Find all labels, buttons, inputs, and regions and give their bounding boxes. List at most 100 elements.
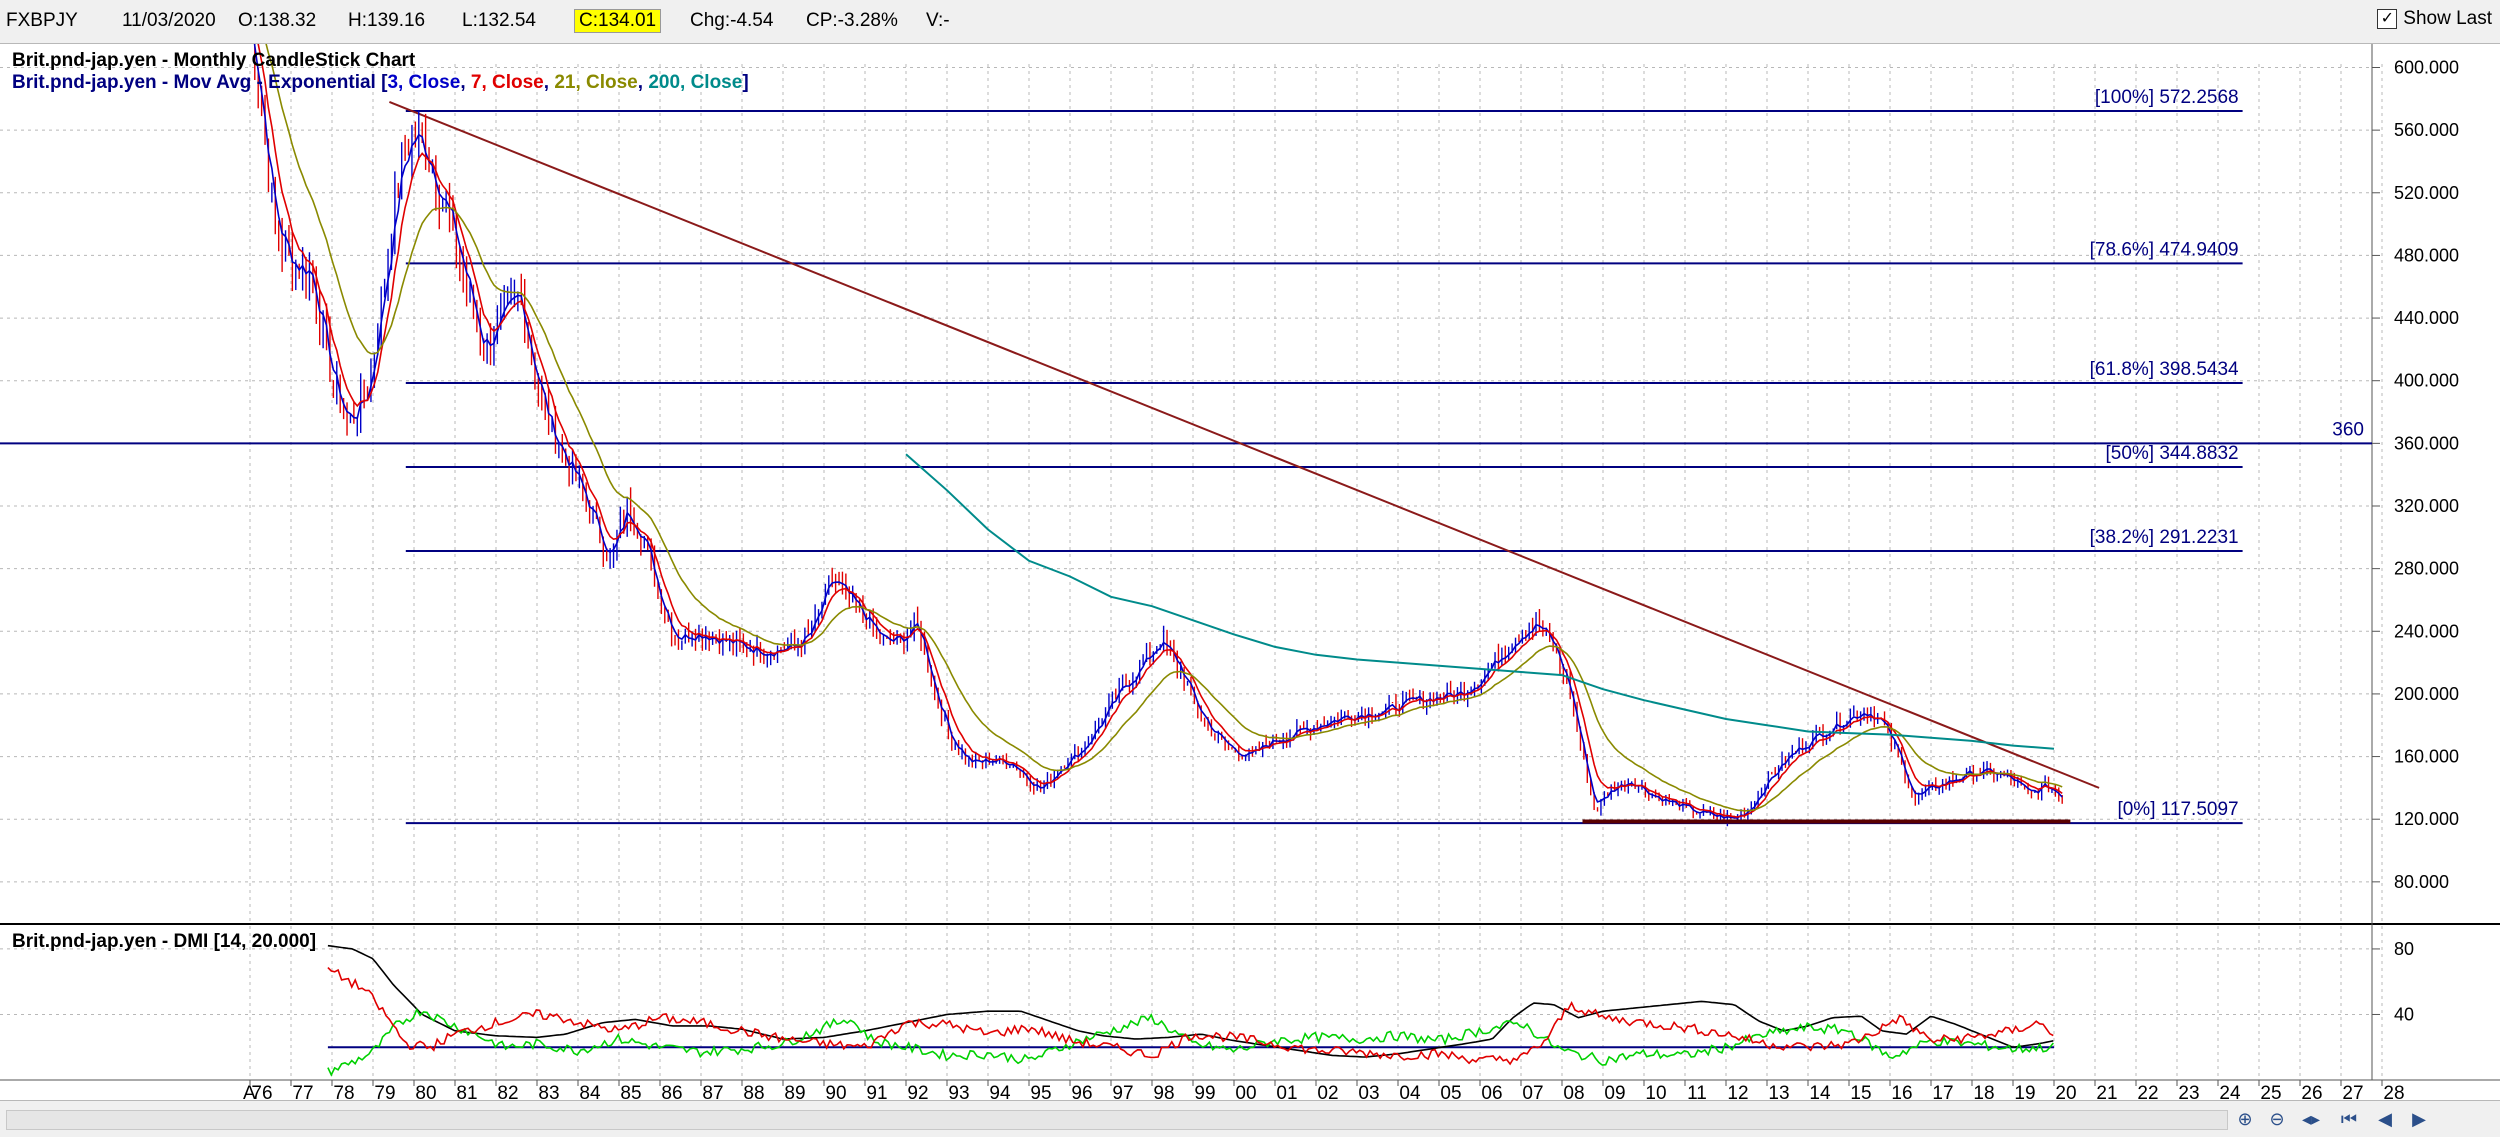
time-tick-label: 14 — [1809, 1083, 1831, 1100]
time-tick-label: 16 — [1891, 1083, 1912, 1100]
scroll-bar-area: ⊕ ⊖ ◂▸ ⏮ ◀ ▶ — [0, 1100, 2500, 1137]
dmi-axis-ticks: 40 80 — [2372, 939, 2414, 1024]
time-tick-label: 88 — [743, 1083, 764, 1100]
moving-averages — [253, 44, 2063, 819]
fib-level-label: [61.8%] 398.5434 — [2090, 359, 2239, 380]
price-tick-label: 320.000 — [2394, 496, 2459, 516]
price-tick-label: 200.000 — [2394, 684, 2459, 704]
zoom-in-icon[interactable]: ⊕ — [2232, 1107, 2258, 1131]
time-tick-label: 21 — [2096, 1083, 2117, 1100]
time-tick-label: 87 — [702, 1083, 723, 1100]
time-tick-label: 19 — [2014, 1083, 2035, 1100]
time-tick-label: 17 — [1932, 1083, 1953, 1100]
price-tick-label: 600.000 — [2394, 57, 2459, 77]
show-last-checkbox[interactable]: ✓ — [2377, 9, 2398, 29]
time-tick-label: 11 — [1687, 1083, 1707, 1100]
dmi-tick-label: 40 — [2394, 1004, 2414, 1024]
time-tick-label: 94 — [989, 1083, 1011, 1100]
horizontal-scrollbar[interactable] — [6, 1110, 2228, 1130]
quote-low: L:132.54 — [462, 10, 536, 31]
time-tick-label: 02 — [1317, 1083, 1338, 1100]
time-tick-label: 25 — [2260, 1083, 2281, 1100]
trendline-segment[interactable] — [389, 101, 2100, 789]
scroll-right-icon[interactable]: ▶ — [2406, 1107, 2432, 1131]
time-tick-label: 20 — [2055, 1083, 2076, 1100]
scroll-left-icon[interactable]: ◀ — [2372, 1107, 2398, 1131]
price-grid — [0, 64, 2383, 1080]
time-tick-label: 86 — [661, 1083, 682, 1100]
dmi-chart-title: Brit.pnd-jap.yen - DMI [14, 20.000] — [12, 931, 316, 952]
time-tick-label: 26 — [2301, 1083, 2322, 1100]
time-tick-label: 85 — [620, 1083, 641, 1100]
time-tick-label: 24 — [2219, 1083, 2241, 1100]
price-axis-ticks: 80.000 120.000 160.000 200.000 240.000 280.00… — [2372, 57, 2459, 892]
price-tick-label: 160.000 — [2394, 747, 2459, 767]
time-tick-label: 12 — [1727, 1083, 1748, 1100]
time-tick-label: 06 — [1481, 1083, 1502, 1100]
time-tick-label: 92 — [907, 1083, 928, 1100]
time-tick-label: 13 — [1768, 1083, 1789, 1100]
time-tick-label: 03 — [1358, 1083, 1379, 1100]
fibonacci-levels: [100%] 572.2568 [78.6%] 474.9409 [61.8%] 3… — [405, 87, 2243, 825]
time-tick-label: 91 — [866, 1083, 887, 1100]
time-tick-label: 78 — [333, 1083, 354, 1100]
price-tick-label: 360.000 — [2394, 433, 2459, 453]
quote-volume: V:- — [926, 10, 950, 31]
time-tick-label: 22 — [2137, 1083, 2158, 1100]
scroll-both-icon[interactable]: ◂▸ — [2298, 1107, 2324, 1131]
fib-level-label: [100%] 572.2568 — [2095, 87, 2239, 108]
ema3-line — [253, 44, 2063, 819]
time-tick-label: 27 — [2342, 1083, 2363, 1100]
fib-level-label: [38.2%] 291.2231 — [2090, 527, 2239, 548]
show-last-label: Show Last — [2403, 8, 2492, 29]
time-tick-label: 08 — [1563, 1083, 1584, 1100]
symbol-label: FXBPJY — [6, 10, 78, 31]
time-tick-label: 99 — [1194, 1083, 1215, 1100]
show-last-toggle[interactable]: ✓ Show Last — [2377, 8, 2492, 30]
price-tick-label: 80.000 — [2394, 872, 2449, 892]
dmi-tick-label: 80 — [2394, 939, 2414, 959]
time-tick-label: 93 — [948, 1083, 969, 1100]
time-tick-label: 00 — [1235, 1083, 1256, 1100]
chart-area: [100%] 572.2568 [78.6%] 474.9409 [61.8%] 3… — [0, 44, 2500, 1100]
time-tick-label: 89 — [784, 1083, 805, 1100]
dmi-minus_di-line — [327, 967, 2054, 1066]
time-tick-label: 05 — [1440, 1083, 1461, 1100]
price-tick-label: 120.000 — [2394, 809, 2459, 829]
quote-change-pct: CP:-3.28% — [806, 10, 898, 31]
price-tick-label: 480.000 — [2394, 245, 2459, 265]
quote-open: O:138.32 — [238, 10, 317, 31]
ema21-line — [265, 44, 2063, 812]
horizontal-line-label: 360 — [2332, 419, 2364, 440]
time-tick-label: 01 — [1276, 1083, 1297, 1100]
time-tick-label: 97 — [1112, 1083, 1133, 1100]
time-tick-label: 80 — [415, 1083, 436, 1100]
horizontal-line-360: 360 — [0, 419, 2372, 445]
time-tick-label: 07 — [1522, 1083, 1543, 1100]
time-tick-label: 84 — [579, 1083, 601, 1100]
price-tick-label: 280.000 — [2394, 559, 2459, 579]
price-tick-label: 520.000 — [2394, 183, 2459, 203]
ema-legend-200: 200, Close — [648, 72, 742, 93]
time-tick-label: 90 — [825, 1083, 846, 1100]
quote-date: 11/03/2020 — [122, 10, 216, 31]
ema-legend: Brit.pnd-jap.yen - Mov Avg - Exponential… — [12, 72, 749, 93]
time-tick-label: 95 — [1030, 1083, 1051, 1100]
candles — [254, 44, 2063, 827]
ema-legend-3: 3, Close — [387, 72, 460, 93]
fib-level-label: [78.6%] 474.9409 — [2090, 239, 2239, 260]
time-tick-label: 96 — [1071, 1083, 1092, 1100]
time-tick-label: 18 — [1973, 1083, 1994, 1100]
time-tick-label: 28 — [2383, 1083, 2404, 1100]
first-page-icon[interactable]: ⏮ — [2336, 1107, 2362, 1131]
time-tick-label: 76 — [251, 1083, 272, 1100]
dmi-plus_di-line — [327, 1007, 2054, 1077]
zoom-out-icon[interactable]: ⊖ — [2264, 1107, 2290, 1131]
fib-level-label: [0%] 117.5097 — [2117, 799, 2238, 820]
time-tick-label: 82 — [497, 1083, 518, 1100]
quote-bar: FXBPJY 11/03/2020 O:138.32 H:139.16 L:13… — [0, 0, 2500, 44]
quote-close: C:134.01 — [574, 9, 662, 33]
time-tick-label: 81 — [456, 1083, 477, 1100]
dmi-lines — [327, 944, 2054, 1077]
ema-legend-21: 21, Close — [554, 72, 637, 93]
